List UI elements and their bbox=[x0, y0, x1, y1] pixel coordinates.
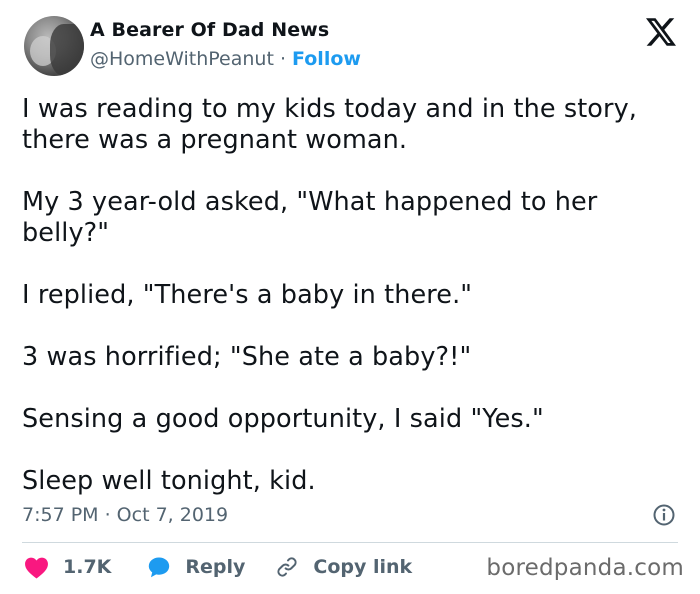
watermark: boredpanda.com bbox=[486, 555, 684, 581]
author-name[interactable]: A Bearer Of Dad News bbox=[90, 19, 329, 41]
tweet-paragraph: 3 was horrified; "She ate a baby?!" bbox=[22, 342, 472, 372]
tweet-paragraph: Sleep well tonight, kid. bbox=[22, 466, 316, 496]
timestamp[interactable]: 7:57 PM · Oct 7, 2019 bbox=[22, 504, 228, 526]
tweet-meta: 7:57 PM · Oct 7, 2019 bbox=[22, 501, 678, 529]
tweet-paragraph: My 3 year-old asked, "What happened to h… bbox=[22, 187, 598, 248]
tweet-paragraph: I replied, "There's a baby in there." bbox=[22, 280, 473, 310]
avatar-shadow bbox=[50, 24, 84, 76]
tweet-paragraph: Sensing a good opportunity, I said "Yes.… bbox=[22, 404, 544, 434]
info-icon[interactable] bbox=[652, 503, 676, 527]
reply-button[interactable]: Reply bbox=[147, 555, 245, 579]
like-button[interactable]: 1.7K bbox=[24, 556, 111, 579]
copy-link-label: Copy link bbox=[313, 556, 413, 578]
x-logo-icon[interactable] bbox=[646, 18, 676, 46]
tweet-header: A Bearer Of Dad News @HomeWithPeanut · F… bbox=[24, 16, 676, 78]
like-count: 1.7K bbox=[63, 556, 112, 578]
tweet-paragraph: I was reading to my kids today and in th… bbox=[22, 94, 637, 155]
avatar[interactable] bbox=[24, 16, 84, 76]
action-bar: 1.7K Reply Copy link bbox=[24, 553, 412, 581]
divider bbox=[22, 542, 678, 543]
author-handle-row: @HomeWithPeanut · Follow bbox=[90, 48, 361, 70]
heart-icon bbox=[25, 557, 48, 579]
follow-button[interactable]: Follow bbox=[292, 48, 361, 70]
tweet-text: I was reading to my kids today and in th… bbox=[22, 94, 682, 497]
author-handle[interactable]: @HomeWithPeanut bbox=[90, 48, 274, 70]
reply-label: Reply bbox=[185, 556, 246, 578]
speech-bubble-icon bbox=[149, 557, 170, 578]
copy-link-button[interactable]: Copy link bbox=[275, 555, 412, 579]
link-icon bbox=[277, 557, 297, 577]
separator-dot: · bbox=[279, 48, 286, 70]
